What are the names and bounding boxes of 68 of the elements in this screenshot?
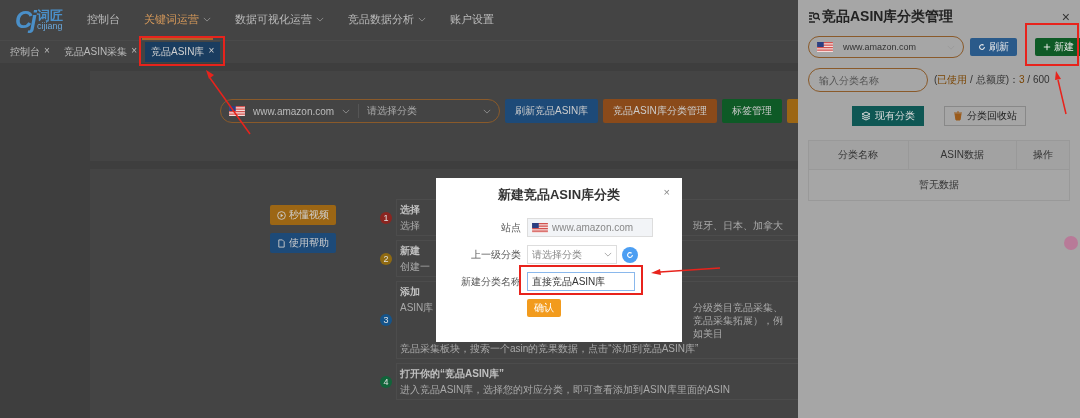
nav-item[interactable]: 控制台	[85, 0, 122, 40]
step-description: 进入竞品ASIN库，选择您的对应分类，即可查看添加到ASIN库里面的ASIN	[400, 383, 731, 396]
annotation-arrow	[651, 267, 721, 275]
drawer-title: 竞品ASIN库分类管理	[808, 8, 954, 26]
document-icon	[277, 238, 286, 248]
us-flag-icon	[229, 106, 245, 116]
step-title: 选择	[400, 203, 420, 217]
nav-item[interactable]: 竞品数据分析	[346, 0, 428, 40]
annotation-arrow	[206, 70, 251, 135]
logo-name: 词匠	[37, 9, 63, 22]
refresh-button[interactable]: 刷新	[970, 38, 1017, 56]
category-search-field[interactable]: 输入分类名称	[808, 68, 928, 92]
step-number: 1	[380, 211, 392, 224]
video-button[interactable]: 秒懂视频	[270, 205, 336, 225]
quota-text: (已使用 / 总额度)：3 / 600	[934, 73, 1050, 87]
us-flag-icon	[817, 42, 833, 52]
close-button[interactable]: ×	[663, 186, 670, 198]
category-tab[interactable]: 现有分类	[852, 106, 924, 126]
step-number: 2	[380, 252, 392, 265]
chevron-down-icon	[604, 252, 612, 257]
trash-icon	[953, 111, 963, 121]
refresh-button[interactable]	[622, 246, 638, 263]
toolbar-button[interactable]: 标签管理	[721, 99, 782, 123]
page-tab[interactable]: 竞品ASIN库 ×	[145, 42, 221, 62]
category-tab[interactable]: 分类回收站	[944, 106, 1026, 126]
step-description: 班牙、日本、加拿大	[693, 219, 783, 232]
logo-subtitle: cijiang	[37, 22, 63, 31]
chevron-down-icon	[316, 16, 324, 22]
toolbar-button[interactable]: 刷新竞品ASIN库	[505, 99, 599, 123]
page-tab[interactable]: 控制台 ×	[4, 42, 56, 62]
column-header: ASIN数据	[908, 140, 1017, 170]
category-name-field[interactable]: 直接竞品ASIN库	[527, 272, 635, 291]
step-description: 分级类目竞品采集、竞品采集拓展），例如美目	[693, 301, 784, 340]
step-title: 打开你的“竞品ASIN库”	[400, 367, 504, 381]
step-title: 添加	[400, 285, 420, 299]
plus-icon	[1043, 43, 1051, 51]
step-description: ASIN库	[400, 301, 434, 315]
toolbar-button[interactable]: 竞品ASIN库分类管理	[603, 99, 717, 123]
field-label: 站点	[500, 220, 521, 235]
step-number: 4	[380, 375, 392, 388]
new-button[interactable]: 新建	[1035, 38, 1080, 56]
layers-icon	[861, 111, 871, 121]
empty-message: 暂无数据	[808, 169, 1070, 201]
step-number: 3	[380, 314, 392, 326]
chevron-down-icon	[203, 16, 211, 22]
step-title: 新建	[400, 244, 420, 258]
field-label: 上一级分类	[470, 247, 521, 262]
column-header: 分类名称	[808, 140, 909, 170]
refresh-icon	[626, 250, 634, 259]
nav-item[interactable]: 账户设置	[448, 0, 496, 40]
play-icon	[277, 210, 286, 220]
parent-category-select[interactable]: 请选择分类	[527, 245, 617, 264]
us-flag-icon	[532, 222, 548, 233]
refresh-icon	[978, 43, 986, 51]
help-button[interactable]: 使用帮助	[270, 233, 336, 253]
chevron-down-icon	[483, 108, 491, 114]
page-tab[interactable]: 竞品ASIN采集 ×	[57, 42, 144, 62]
chevron-down-icon	[342, 108, 351, 114]
logo-mark: Cj	[15, 6, 35, 34]
highlight-frame	[1025, 23, 1079, 66]
nav-item[interactable]: 数据可视化运营	[233, 0, 326, 40]
chevron-down-icon	[418, 16, 426, 22]
close-button[interactable]: ×	[1061, 9, 1070, 25]
list-search-icon	[808, 11, 820, 23]
dialog-title: 新建竞品ASIN库分类	[497, 186, 621, 204]
annotation-arrow	[1055, 71, 1067, 115]
step-description: 选择	[400, 219, 420, 232]
column-header: 操作	[1016, 140, 1070, 170]
